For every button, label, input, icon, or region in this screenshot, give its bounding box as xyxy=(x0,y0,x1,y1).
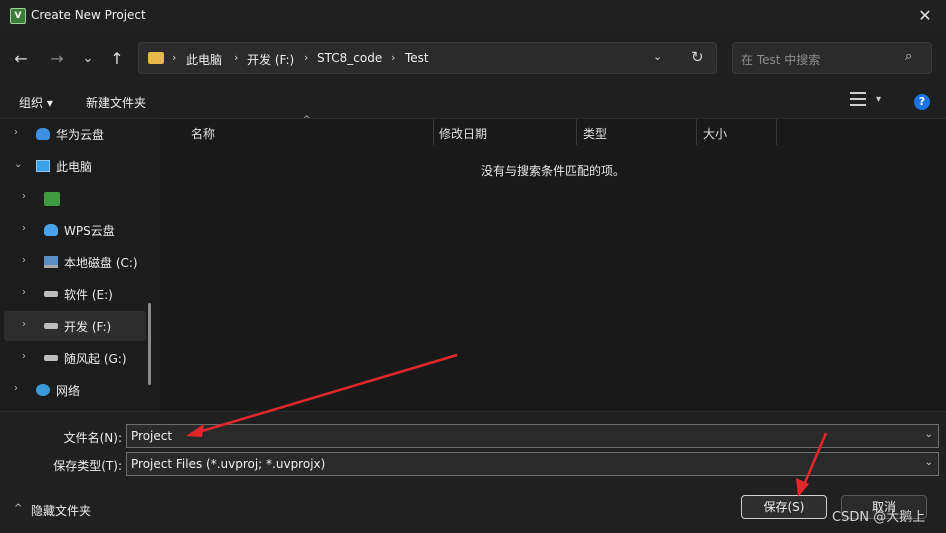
column-divider[interactable] xyxy=(696,119,697,145)
help-icon[interactable]: ? xyxy=(914,94,930,110)
sidebar-item-label: 随风起 (G:) xyxy=(64,352,127,366)
back-button[interactable]: ← xyxy=(10,48,32,70)
chevron-right-icon[interactable]: › xyxy=(22,191,26,202)
chevron-down-icon[interactable]: ⌄ xyxy=(14,159,22,170)
breadcrumb-this-pc[interactable]: 此电脑 xyxy=(186,51,222,68)
sidebar-item-label: 此电脑 xyxy=(56,160,93,174)
column-header-name[interactable]: 名称 xyxy=(191,125,215,142)
sidebar-scrollbar[interactable] xyxy=(148,303,151,385)
view-dropdown-icon[interactable]: ▾ xyxy=(876,94,881,105)
sidebar-item-label: 开发 (F:) xyxy=(64,320,112,334)
filename-field[interactable]: Project ⌄ xyxy=(126,424,939,448)
refresh-icon[interactable]: ↻ xyxy=(691,48,704,66)
chevron-right-icon[interactable]: › xyxy=(22,223,26,234)
organize-button[interactable]: 组织 ▾ xyxy=(19,94,53,111)
search-input[interactable]: 在 Test 中搜索 xyxy=(741,51,820,68)
chevron-right-icon[interactable]: › xyxy=(14,127,18,138)
chevron-down-icon[interactable]: ⌄ xyxy=(925,457,933,468)
sidebar-item-network[interactable]: › 网络 xyxy=(0,375,150,405)
chevron-right-icon[interactable]: › xyxy=(14,383,18,394)
chevron-right-icon[interactable]: › xyxy=(22,287,26,298)
sidebar-item-huawei-cloud[interactable]: › 华为云盘 xyxy=(0,119,150,149)
view-list-icon[interactable] xyxy=(850,92,866,106)
hide-folders-button[interactable]: 隐藏文件夹 xyxy=(31,502,91,519)
chevron-right-icon[interactable]: › xyxy=(22,319,26,330)
up-button[interactable]: ↑ xyxy=(106,48,128,70)
search-box[interactable]: 在 Test 中搜索 ⌕ xyxy=(732,42,932,74)
app-icon: V xyxy=(10,8,26,24)
search-icon[interactable]: ⌕ xyxy=(905,49,912,64)
sidebar-item-drive-g[interactable]: › 随风起 (G:) xyxy=(0,343,150,373)
chevron-up-icon[interactable]: ^ xyxy=(14,503,22,514)
sidebar-item-drive-e[interactable]: › 软件 (E:) xyxy=(0,279,150,309)
window-title: Create New Project xyxy=(31,8,146,22)
chevron-right-icon[interactable]: › xyxy=(22,351,26,362)
folder-icon xyxy=(148,52,164,64)
filename-label: 文件名(N): xyxy=(63,431,122,445)
column-header-size[interactable]: 大小 xyxy=(703,125,727,142)
network-icon xyxy=(36,384,50,396)
monitor-icon xyxy=(36,160,50,172)
sidebar-item-label: 网络 xyxy=(56,384,81,398)
crumb-separator: › xyxy=(391,51,396,64)
address-bar[interactable]: › 此电脑 › 开发 (F:) › STC8_code › Test ⌄ ↻ xyxy=(138,42,717,74)
sidebar-item-drive-f[interactable]: › 开发 (F:) xyxy=(4,311,146,341)
filetype-value: Project Files (*.uvproj; *.uvprojx) xyxy=(131,457,326,471)
filename-input[interactable]: Project xyxy=(131,429,172,443)
windows-drive-icon xyxy=(44,256,58,268)
close-button[interactable]: ✕ xyxy=(912,4,938,28)
sidebar-item-iqiyi[interactable]: › xyxy=(0,183,150,213)
column-header-date[interactable]: 修改日期 xyxy=(439,125,487,142)
chevron-down-icon[interactable]: ⌄ xyxy=(653,50,662,63)
column-divider[interactable] xyxy=(776,119,777,145)
cloud-icon xyxy=(36,128,50,140)
crumb-separator: › xyxy=(172,51,177,64)
sidebar-item-wps-cloud[interactable]: › WPS云盘 xyxy=(0,215,150,245)
sidebar-item-label: 本地磁盘 (C:) xyxy=(64,256,138,270)
chevron-down-icon[interactable]: ⌄ xyxy=(925,429,933,440)
sidebar-item-label: 华为云盘 xyxy=(56,128,105,142)
cloud-icon xyxy=(44,224,58,236)
column-divider[interactable] xyxy=(576,119,577,145)
new-folder-button[interactable]: 新建文件夹 xyxy=(86,94,146,111)
save-button[interactable]: 保存(S) xyxy=(741,495,827,519)
empty-message: 没有与搜索条件匹配的项。 xyxy=(481,164,626,178)
breadcrumb-stc8-code[interactable]: STC8_code xyxy=(317,51,382,65)
breadcrumb-test[interactable]: Test xyxy=(405,51,429,65)
crumb-separator: › xyxy=(234,51,239,64)
sidebar-item-label: WPS云盘 xyxy=(64,224,115,238)
column-header-type[interactable]: 类型 xyxy=(583,125,607,142)
recent-locations-button[interactable]: ⌄ xyxy=(77,48,99,70)
breadcrumb-drive-f[interactable]: 开发 (F:) xyxy=(247,51,294,68)
filetype-select[interactable]: Project Files (*.uvproj; *.uvprojx) ⌄ xyxy=(126,452,939,476)
forward-button[interactable]: → xyxy=(46,48,68,70)
drive-icon xyxy=(44,291,58,297)
filetype-label: 保存类型(T): xyxy=(53,459,122,473)
iqiyi-icon xyxy=(44,192,60,206)
drive-icon xyxy=(44,355,58,361)
chevron-right-icon[interactable]: › xyxy=(22,255,26,266)
sidebar-item-drive-c[interactable]: › 本地磁盘 (C:) xyxy=(0,247,150,277)
drive-icon xyxy=(44,323,58,329)
sidebar-item-label: 软件 (E:) xyxy=(64,288,113,302)
crumb-separator: › xyxy=(304,51,309,64)
column-divider[interactable] xyxy=(433,119,434,145)
sort-ascending-icon: ^ xyxy=(303,115,311,125)
sidebar-item-this-pc[interactable]: ⌄ 此电脑 xyxy=(0,151,150,181)
watermark: CSDN @大鹅上 xyxy=(832,510,926,525)
